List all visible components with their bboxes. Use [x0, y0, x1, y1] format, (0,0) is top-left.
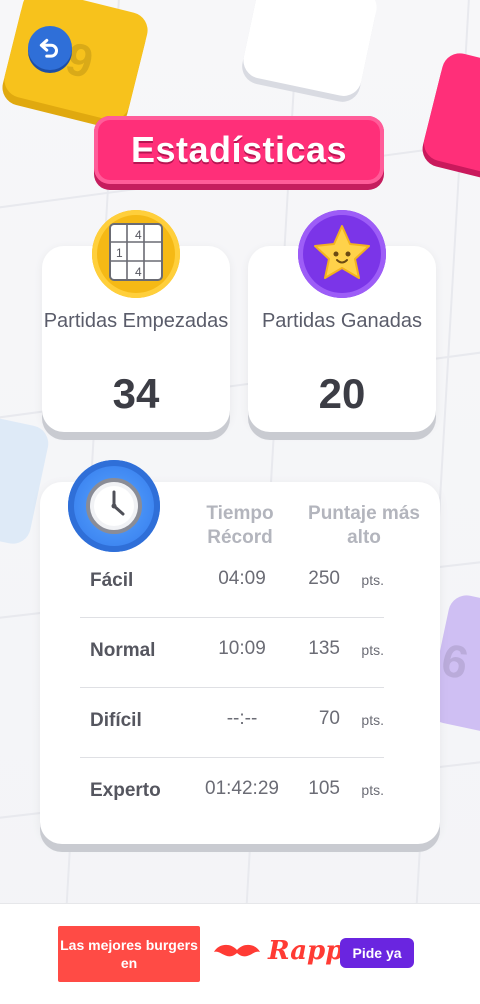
high-score: 250: [308, 568, 340, 589]
score-unit: pts.: [361, 642, 384, 658]
page-title: Estadísticas: [130, 129, 348, 170]
high-score: 70: [318, 708, 340, 729]
record-time: 01:42:29: [205, 778, 279, 799]
table-row: Normal 10:09 135 pts.: [80, 618, 384, 688]
level-name: Difícil: [90, 710, 142, 731]
table-row: Difícil --:-- 70 pts.: [80, 688, 384, 758]
record-time: --:--: [226, 708, 258, 729]
sudoku-grid-icon: 4 1 4: [92, 210, 180, 298]
table-row: Experto 01:42:29 105 pts.: [80, 758, 384, 828]
games-started-card: 4 1 4 Partidas Empezadas 34: [42, 210, 230, 432]
mustache-icon: [214, 944, 260, 957]
level-name: Normal: [90, 640, 156, 661]
ad-cta-button[interactable]: Pide ya: [340, 938, 414, 968]
ad-banner[interactable]: Las mejores burgers en Rappi Pide ya: [0, 904, 480, 1004]
high-score: 135: [308, 638, 340, 659]
page-title-banner: Estadísticas: [94, 116, 384, 184]
back-button[interactable]: [28, 26, 72, 70]
games-started-label: Partidas Empezadas: [43, 310, 229, 332]
ad-text[interactable]: Las mejores burgers en: [58, 926, 200, 982]
column-header-score: Puntaje más alto: [308, 503, 420, 548]
score-unit: pts.: [361, 572, 384, 588]
record-time: 10:09: [218, 638, 266, 659]
column-header-time: Tiempo Récord: [206, 503, 274, 548]
svg-text:4: 4: [135, 265, 142, 279]
tile-number: 6: [437, 633, 473, 690]
games-won-value: 20: [318, 370, 366, 417]
record-time: 04:09: [218, 568, 266, 589]
level-name: Experto: [90, 780, 161, 801]
table-row: Fácil 04:09 250 pts.: [80, 548, 384, 618]
decorative-tile-white: [240, 0, 380, 100]
decorative-tile-yellow: 9: [0, 0, 152, 124]
games-started-value: 34: [112, 370, 160, 417]
high-score: 105: [308, 778, 340, 799]
clock-icon: [68, 460, 160, 552]
games-won-label: Partidas Ganadas: [261, 310, 423, 332]
games-won-card: Partidas Ganadas 20: [248, 210, 436, 432]
score-unit: pts.: [361, 782, 384, 798]
star-icon: [298, 210, 386, 298]
decorative-tile-pink: [420, 49, 480, 181]
svg-text:4: 4: [135, 228, 142, 242]
score-unit: pts.: [361, 712, 384, 728]
level-name: Fácil: [90, 570, 134, 591]
svg-text:1: 1: [116, 246, 123, 260]
back-arrow-icon: [39, 38, 58, 58]
